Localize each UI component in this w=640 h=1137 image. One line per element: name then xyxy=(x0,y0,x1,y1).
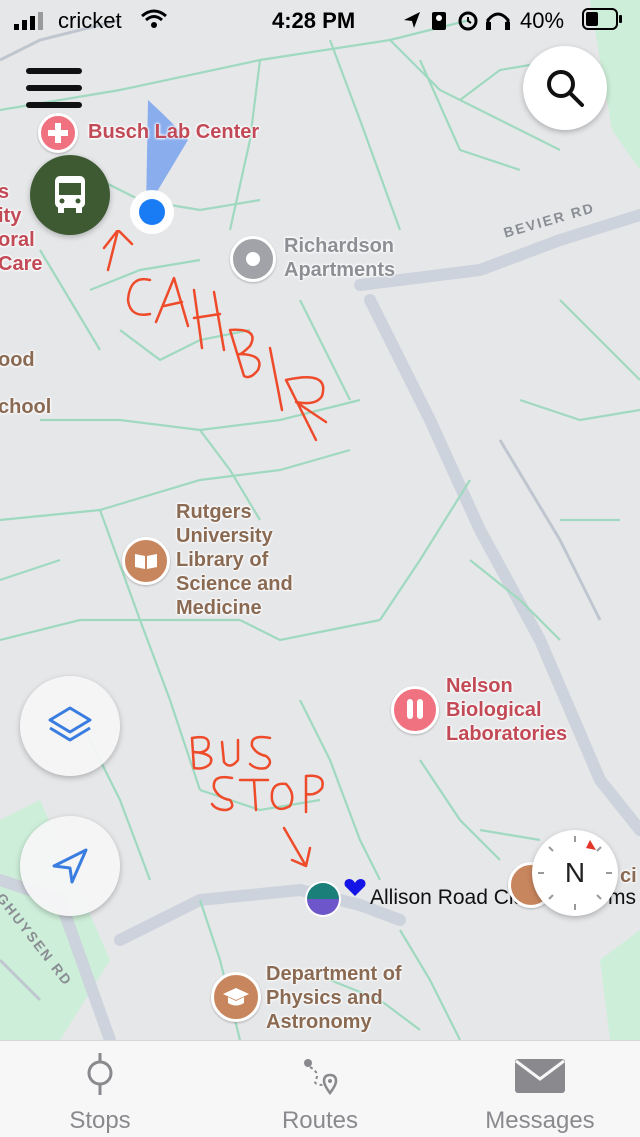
edge-label-right: ci xyxy=(620,865,637,887)
poi-nelson-label-1[interactable]: Nelson xyxy=(446,674,513,698)
layers-icon xyxy=(48,706,92,742)
lab-icon[interactable] xyxy=(391,686,439,734)
layers-button[interactable] xyxy=(20,676,120,776)
tab-messages[interactable]: Messages xyxy=(440,1041,640,1137)
poi-physics-label-1[interactable]: Department of xyxy=(266,962,402,986)
signal-icon xyxy=(14,12,43,30)
wifi-icon xyxy=(141,9,167,28)
tab-stops[interactable]: Stops xyxy=(0,1041,200,1137)
edge-label: Care xyxy=(0,253,43,275)
tab-routes-label: Routes xyxy=(281,1107,359,1134)
menu-button[interactable] xyxy=(26,66,84,110)
battery-percent: 40% xyxy=(520,8,565,33)
poi-library-label-4[interactable]: Science and xyxy=(176,572,293,596)
bus-stop-marker[interactable] xyxy=(303,879,343,919)
location-arrow-icon xyxy=(52,848,88,884)
poi-library-label-3[interactable]: Library of xyxy=(176,548,268,572)
location-arrow-icon xyxy=(404,12,420,28)
book-icon[interactable] xyxy=(122,537,170,585)
current-location-button[interactable] xyxy=(20,816,120,916)
edge-label: ood xyxy=(0,349,35,371)
poi-library-label-5[interactable]: Medicine xyxy=(176,596,262,620)
status-bar: cricket 4:28 PM 40% xyxy=(0,0,640,42)
edge-label: chool xyxy=(0,396,52,418)
graduation-cap-icon[interactable] xyxy=(211,972,261,1022)
envelope-icon xyxy=(515,1059,565,1093)
bus-stop-name[interactable]: Allison Road Cla xyxy=(370,886,525,910)
search-icon xyxy=(547,70,584,107)
route-icon xyxy=(304,1059,338,1095)
poi-nelson-label-3[interactable]: Laboratories xyxy=(446,722,567,746)
poi-library-label-1[interactable]: Rutgers xyxy=(176,500,252,524)
battery-icon xyxy=(582,8,622,30)
edge-label: oral xyxy=(0,229,35,251)
tab-messages-label: Messages xyxy=(485,1107,595,1134)
map-view[interactable]: cricket 4:28 PM 40% s ity oral Care ood … xyxy=(0,0,640,1040)
favorite-heart-icon[interactable] xyxy=(343,878,367,898)
bus-button[interactable] xyxy=(30,155,110,235)
edge-label: s xyxy=(0,181,10,203)
search-button[interactable] xyxy=(523,46,607,130)
tab-routes[interactable]: Routes xyxy=(220,1041,420,1137)
tab-stops-label: Stops xyxy=(69,1107,131,1134)
handwritten-annotation-bus-stop xyxy=(190,735,324,868)
poi-physics-label-2[interactable]: Physics and xyxy=(266,986,383,1010)
hamburger-icon xyxy=(26,68,82,108)
status-time: 4:28 PM xyxy=(272,8,356,33)
compass-button[interactable]: N xyxy=(532,830,618,916)
bus-icon xyxy=(55,176,85,213)
poi-library-label-2[interactable]: University xyxy=(176,524,273,548)
poi-physics-label-3[interactable]: Astronomy xyxy=(266,1010,372,1034)
compass-label: N xyxy=(564,857,586,888)
user-location-dot xyxy=(130,190,174,234)
tab-bar: Stops Routes Messages xyxy=(0,1040,640,1137)
stop-pin-icon xyxy=(87,1053,113,1095)
poi-nelson-label-2[interactable]: Biological xyxy=(446,698,542,722)
edge-label: ity xyxy=(0,205,22,227)
carrier-name: cricket xyxy=(58,8,122,33)
status-icons xyxy=(404,11,510,31)
medical-cross-icon[interactable] xyxy=(38,113,78,153)
handwritten-annotation-cahbir xyxy=(102,230,328,442)
poi-busch-label[interactable]: Busch Lab Center xyxy=(88,120,259,144)
